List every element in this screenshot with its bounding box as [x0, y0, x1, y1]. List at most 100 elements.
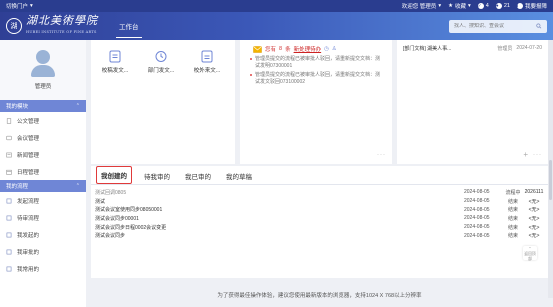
row-date: 2024-08-05: [464, 189, 490, 196]
arrow-up-icon: ⌃: [528, 247, 532, 251]
table-row[interactable]: 测试会议同步00001 2024-08-05 结束 <无>: [95, 214, 544, 223]
list-item[interactable]: [部门文档] 湖美人事... 管理员 2024-07-20: [397, 40, 548, 52]
message-count: 21: [503, 3, 510, 9]
nav-workbench[interactable]: 工作台: [116, 15, 142, 38]
flow-tabs: 我创建的 待我审的 我已审的 我的草稿: [91, 166, 548, 185]
clock-icon: [155, 51, 167, 62]
group-title: 我的模块: [6, 104, 29, 110]
todo-item[interactable]: 管理员提交的流程已被审批人驳回，请重新提交文档：测试发文驳回073100002: [240, 72, 392, 85]
sidebar-item-meetings[interactable]: 会议管理: [0, 129, 86, 146]
star-icon: ★: [448, 3, 454, 9]
row-title: 测试会议室使用同步08050001: [95, 207, 163, 214]
todo-counter[interactable]: ✓ 4: [477, 3, 489, 9]
tab-my-reviewed[interactable]: 我已审的: [182, 168, 214, 184]
sidebar-item-schedule[interactable]: 日程管理: [0, 163, 86, 180]
table-row[interactable]: 测试会议室使用同步08050001 2024-08-05 结束 <无>: [95, 205, 544, 214]
search-input[interactable]: [454, 23, 537, 29]
avatar[interactable]: [31, 50, 55, 78]
message-counter[interactable]: ● 21: [495, 3, 510, 9]
tab-my-drafts[interactable]: 我的草稿: [223, 168, 255, 184]
news-card: [部门文档] 湖美人事... 管理员 2024-07-20 + ···: [397, 40, 548, 164]
welcome-user[interactable]: 欢迎您 管理员 ▾: [402, 2, 441, 10]
row-code: <无>: [528, 215, 540, 222]
table-row[interactable]: 测试会议同步日程0002会议变更 2024-08-05 结束 <无>: [95, 223, 544, 232]
calendar-icon: [6, 169, 12, 175]
quick-link-external-incoming[interactable]: 校外来文...: [189, 50, 225, 74]
row-status: 结束: [507, 224, 518, 231]
news-date: 2024-07-20: [516, 45, 542, 51]
flow-card: 我创建的 待我审的 我已审的 我的草稿 测试回调0805 2024-08-05 …: [91, 166, 548, 278]
row-title: 测试会议同步: [95, 233, 126, 240]
chevron-down-icon: ▾: [30, 3, 33, 9]
sidebar-item-label: 会议管理: [17, 135, 40, 142]
news-title: [部门文档] 湖美人事...: [403, 46, 452, 52]
quick-link-dept-dispatch[interactable]: 部门发文...: [143, 50, 179, 74]
sidebar-item-news[interactable]: 新闻管理: [0, 146, 86, 163]
quick-link-school-dispatch[interactable]: 校稿发文...: [97, 50, 133, 74]
sidebar-group-my-modules[interactable]: 我的模块 ⌃: [0, 100, 86, 112]
sidebar-item-label: 待审流程: [17, 215, 40, 222]
sidebar-item-pending-review[interactable]: 待审流程: [0, 209, 86, 226]
more-icon[interactable]: ···: [377, 152, 386, 158]
todo-item[interactable]: 管理员提交的流程已被审批人驳回，请重新提交文档：测试发明07300001: [240, 56, 392, 69]
bell-icon: ●: [495, 3, 502, 9]
start-flow-icon: [6, 198, 12, 203]
sidebar: 管理员 我的模块 ⌃ 公文管理 会议管理 新闻管理 日程管理 我的流程 ⌃ 发起…: [0, 40, 86, 307]
scrollbar-thumb[interactable]: [549, 160, 552, 200]
sidebar-item-label: 日程管理: [17, 169, 40, 176]
sidebar-item-my-approved[interactable]: 我审批的: [0, 243, 86, 260]
row-title: 测试会议同步00001: [95, 215, 139, 222]
document-icon: [6, 117, 12, 124]
sidebar-item-start-flow[interactable]: 发起流程: [0, 192, 86, 209]
chevron-up-icon: ⌃: [75, 183, 80, 189]
info-icon: i: [516, 3, 523, 9]
more-icon[interactable]: ···: [533, 152, 542, 158]
sidebar-item-label: 公文管理: [17, 118, 40, 125]
todo-item-text: 管理员提交的流程已被审批人驳回，请重新提交文档：测试发明07300001: [255, 56, 381, 69]
back-to-top-button[interactable]: ⌃ 返回顶部: [523, 246, 537, 261]
table-row[interactable]: 测试会议同步 2024-08-05 结束 <无>: [95, 231, 544, 240]
global-search[interactable]: [449, 19, 547, 33]
portal-switcher[interactable]: 切换门户 ▾: [6, 2, 33, 10]
sidebar-item-my-started[interactable]: 我发起的: [0, 226, 86, 243]
table-row[interactable]: 测试 2024-08-05 结束 <无>: [95, 197, 544, 206]
chevron-down-icon: ▾: [438, 3, 442, 9]
row-title: 测试: [95, 198, 106, 205]
sidebar-item-frequent[interactable]: 我常用的: [0, 260, 86, 277]
back-to-top-label: 返回顶部: [524, 252, 536, 261]
report-issue-link[interactable]: i 我要报障: [516, 2, 547, 10]
add-icon[interactable]: +: [523, 150, 528, 159]
document-icon: [109, 50, 121, 63]
sidebar-item-label: 我常用的: [17, 266, 40, 273]
portal-label: 切换门户: [6, 4, 29, 10]
pending-icon: [6, 215, 12, 220]
bullet-icon: [250, 74, 252, 76]
row-title: 测试会议同步日程0002会议变更: [95, 224, 167, 231]
school-logo[interactable]: 湖北美術學院 HUBEI INSTITUTE OF FINE ARTS: [26, 15, 98, 38]
row-date: 2024-08-05: [464, 215, 490, 222]
todo-suffix: 条: [285, 47, 291, 53]
todo-card: 您有 8 条 新处理待办 ◷ ♙ 管理员提交的流程已被审批人驳回，请重新提交文档…: [240, 40, 392, 164]
user-name: 管理员: [34, 84, 52, 90]
scrollbar[interactable]: [548, 40, 553, 298]
sidebar-item-documents[interactable]: 公文管理: [0, 112, 86, 129]
favorites-menu[interactable]: ★ 收藏 ▾: [448, 2, 471, 10]
todo-link[interactable]: 新处理待办: [294, 45, 322, 53]
todo-count: 8: [279, 46, 283, 52]
chevron-down-icon: ▾: [468, 3, 471, 9]
sidebar-item-label: 我审批的: [17, 249, 40, 256]
check-icon: ✓: [477, 3, 484, 9]
top-strip: 切换门户 ▾ 欢迎您 管理员 ▾ ★ 收藏 ▾ ✓ 4 ● 21 i 我要报障: [0, 0, 553, 12]
sidebar-group-my-flows[interactable]: 我的流程 ⌃: [0, 180, 86, 192]
tab-my-created[interactable]: 我创建的: [96, 166, 132, 184]
sidebar-item-label: 新闻管理: [17, 152, 40, 159]
row-date: 2024-08-05: [464, 224, 490, 231]
todo-header: 您有 8 条 新处理待办 ◷ ♙: [240, 40, 392, 53]
tab-pending-my-review[interactable]: 待我审的: [141, 168, 173, 184]
user-icon: ♙: [331, 46, 337, 52]
table-row[interactable]: 测试回调0805 2024-08-05 流程中 2026111: [95, 188, 544, 197]
row-status: 结束: [507, 215, 518, 222]
search-icon[interactable]: [536, 23, 542, 29]
row-status: 结束: [507, 207, 518, 214]
group-title: 我的流程: [6, 184, 29, 190]
